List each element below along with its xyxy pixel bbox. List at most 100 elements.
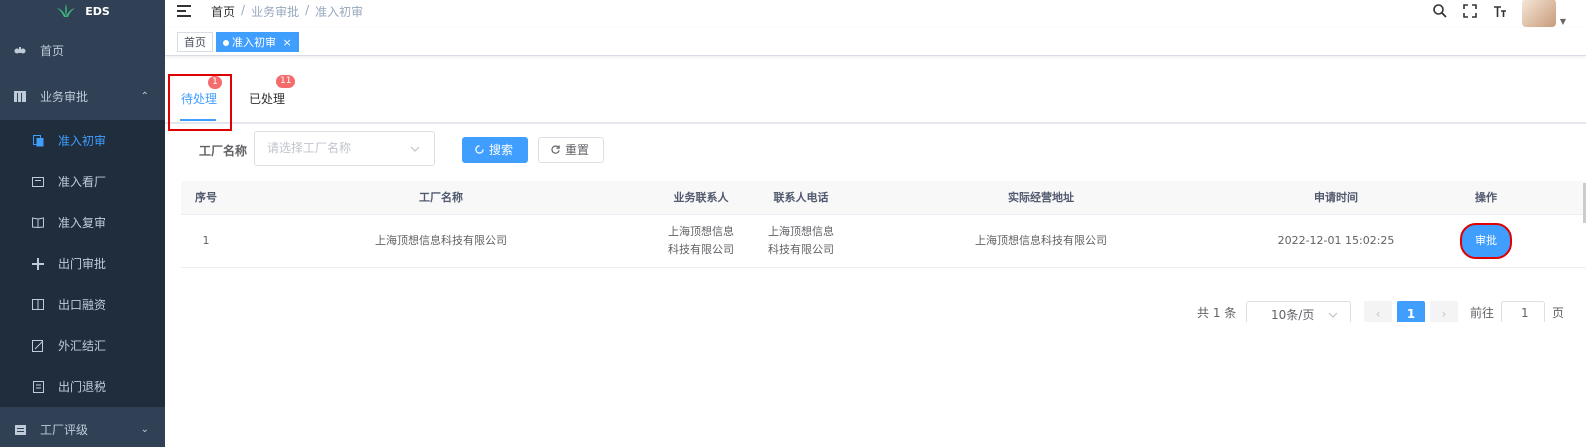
cell-phone-line: 上海顶想信息 [768,225,834,238]
refresh-icon [551,138,560,162]
search-button[interactable]: 搜索 [462,137,528,163]
navbar-tools: ▼ [1432,0,1586,27]
sidebar-item-home[interactable]: 首页 [0,30,165,71]
tag-label: 首页 [184,36,206,49]
navbar: 首页 / 业务审批 / 准入初审 ▼ [165,0,1586,27]
tab-processed[interactable]: 已处理 [249,90,285,107]
logo-icon [57,4,76,17]
sidebar-item-label: 准入初审 [58,134,107,148]
close-icon[interactable]: × [283,36,292,49]
copy-icon [32,134,44,147]
move-icon [32,257,44,270]
tags-view: 首页 准入初审 × [165,28,1586,56]
caret-down-icon[interactable]: ▼ [1560,17,1566,26]
list-icon [14,424,26,436]
processed-count-badge: 11 [276,75,296,88]
sidebar-item-label: 工厂评级 [40,423,89,437]
tag-label: 准入初审 [232,36,276,49]
hamburger-icon[interactable] [177,5,191,17]
avatar[interactable] [1521,0,1556,27]
sidebar-item-label: 业务审批 [40,90,89,104]
breadcrumb-home[interactable]: 首页 [211,3,235,20]
pagination-total: 共 1 条 [1197,306,1237,320]
table-icon [14,91,26,103]
factory-name-label: 工厂名称 [199,144,248,158]
tab-icon [32,176,44,188]
goto-label: 前往 [1470,306,1495,320]
next-page-button[interactable]: › [1430,301,1458,322]
search-button-label: 搜索 [489,143,514,157]
cell-action: 审批 [1451,215,1521,267]
header-factory-name: 工厂名称 [419,190,463,204]
pagination: 共 1 条 10条/页 ‹ 1 › 前往 1 页 [0,300,1586,322]
select-placeholder: 请选择工厂名称 [267,141,352,155]
page-size-value: 10条/页 [1271,308,1315,322]
cell-index: 1 [202,234,210,247]
header-index: 序号 [195,190,217,204]
breadcrumb: 首页 / 业务审批 / 准入初审 [211,3,363,20]
table-header: 序号 工厂名称 业务联系人 联系人电话 实际经营地址 申请时间 操作 [181,181,1586,215]
chevron-left-icon: ‹ [1375,307,1381,321]
chevron-right-icon: › [1441,307,1447,321]
goto-page-input[interactable]: 1 [1501,301,1545,322]
sidebar-item-business-approval[interactable]: 业务审批 ⌃ [0,76,165,117]
cell-contact-line: 科技有限公司 [668,243,734,256]
sidebar-item-label: 首页 [40,44,65,58]
breadcrumb-separator: / [241,2,246,17]
sidebar-item-label: 外汇结汇 [58,339,107,353]
cell-phone-line: 科技有限公司 [768,243,834,256]
dashboard-icon [14,45,26,57]
cell-phone: 上海顶想信息 科技有限公司 [751,215,851,267]
header-apply-time: 申请时间 [1314,190,1358,204]
cell-factory-name: 上海顶想信息科技有限公司 [375,234,507,247]
edit-icon [32,339,44,352]
reset-button[interactable]: 重置 [538,137,604,163]
sidebar-item-re-review[interactable]: 准入复审 [0,202,165,243]
table-row: 1 上海顶想信息科技有限公司 上海顶想信息 科技有限公司 上海顶想信息 科技有限… [181,215,1586,268]
chevron-up-icon: ⌃ [140,91,149,102]
header-contact: 业务联系人 [673,190,729,204]
header-action: 操作 [1475,190,1497,204]
sidebar-item-forex-settlement[interactable]: 外汇结汇 [0,325,165,366]
sidebar-item-initial-review[interactable]: 准入初审 [0,120,165,161]
page-suffix: 页 [1552,306,1565,320]
tag-home[interactable]: 首页 [177,32,213,52]
search-icon[interactable] [1432,3,1448,19]
font-size-icon[interactable] [1492,3,1508,19]
highlight-box [168,74,232,131]
header-phone: 联系人电话 [773,190,829,204]
approve-button[interactable]: 审批 [1460,223,1512,259]
sidebar-item-label: 准入复审 [58,216,107,230]
approval-table: 序号 工厂名称 业务联系人 联系人电话 实际经营地址 申请时间 操作 1 上海顶… [181,181,1586,268]
active-dot-icon [223,40,229,46]
goto-page-value: 1 [1521,306,1529,320]
logo: EDS [0,0,165,22]
sidebar: EDS 首页 业务审批 ⌃ 准入初审 准入看厂 准入复审 出门审批 出口融资 外… [0,0,165,447]
tab-label: 已处理 [249,92,286,106]
approve-button-label: 审批 [1475,234,1497,247]
fullscreen-icon[interactable] [1462,3,1478,19]
sidebar-item-label: 出门审批 [58,257,107,271]
sidebar-item-factory-visit[interactable]: 准入看厂 [0,161,165,202]
chevron-down-icon: ⌄ [140,424,149,435]
sidebar-item-tax-refund[interactable]: 出门退税 [0,366,165,407]
prev-page-button[interactable]: ‹ [1364,301,1392,322]
cell-apply-time: 2022-12-01 15:02:25 [1277,234,1395,247]
page-size-select[interactable]: 10条/页 [1246,301,1351,322]
sidebar-item-label: 出门退税 [58,380,107,394]
header-address: 实际经营地址 [1008,190,1074,204]
page-number-button[interactable]: 1 [1397,301,1425,322]
sidebar-item-factory-rating[interactable]: 工厂评级 ⌄ [0,409,165,447]
tag-initial-review[interactable]: 准入初审 × [216,32,299,52]
sidebar-item-exit-approval[interactable]: 出门审批 [0,243,165,284]
chevron-down-icon [1328,307,1338,321]
breadcrumb-current: 准入初审 [315,4,364,19]
submenu: 准入初审 准入看厂 准入复审 出门审批 出口融资 外汇结汇 出门退税 [0,120,165,407]
cell-address: 上海顶想信息科技有限公司 [975,234,1107,247]
chevron-down-icon [410,132,420,165]
cell-contact: 上海顶想信息 科技有限公司 [651,215,751,267]
status-tabs: 待处理 1 已处理 11 [165,56,1586,124]
doc-icon [32,380,44,393]
factory-name-select[interactable]: 请选择工厂名称 [254,131,435,166]
breadcrumb-business-approval: 业务审批 [251,4,300,19]
